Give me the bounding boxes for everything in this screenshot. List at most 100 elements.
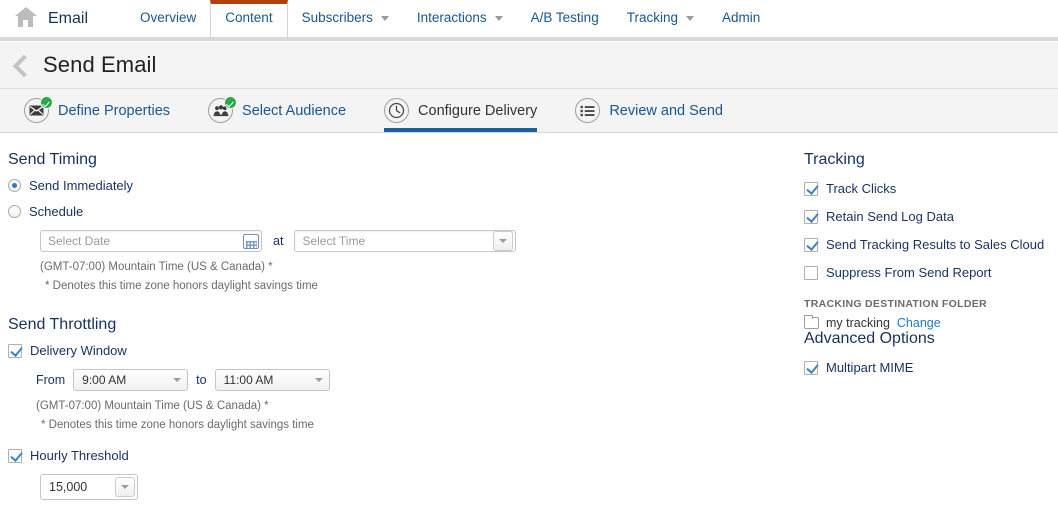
checkbox-send-tracking-results-row[interactable]: Send Tracking Results to Sales Cloud — [804, 237, 1058, 252]
wizard-step-label: Select Audience — [242, 102, 347, 119]
app-navigation-bar: Email Overview Content Subscribers Inter… — [0, 0, 1058, 41]
nav-tab-interactions[interactable]: Interactions — [403, 1, 517, 37]
left-column: Send Timing Send Immediately Schedule Se… — [0, 151, 795, 526]
nav-tab-label: Subscribers — [301, 10, 373, 25]
nav-tab-label: Interactions — [416, 10, 487, 25]
chevron-down-icon — [494, 15, 503, 21]
schedule-datetime-row: Select Date at Select Time — [40, 230, 795, 252]
chevron-down-icon — [314, 378, 323, 382]
to-label: to — [196, 373, 207, 387]
checkbox-suppress-from-send-report-row[interactable]: Suppress From Send Report — [804, 265, 1058, 280]
checkbox-delivery-window-label: Delivery Window — [30, 343, 127, 358]
nav-tab-label: Tracking — [626, 10, 678, 25]
throttling-timezone-note: * Denotes this time zone honors daylight… — [41, 419, 314, 431]
nav-tab-label: Content — [225, 10, 273, 25]
checkbox-retain-send-log-data[interactable] — [804, 209, 818, 224]
nav-tab-subscribers[interactable]: Subscribers — [288, 1, 403, 37]
checkbox-multipart-mime[interactable] — [804, 360, 818, 375]
send-throttling-heading: Send Throttling — [8, 316, 117, 333]
wizard-step-define-properties[interactable]: Define Properties — [24, 89, 186, 132]
checkbox-hourly-threshold[interactable] — [8, 448, 22, 463]
chevron-down-icon — [685, 15, 694, 21]
envelope-icon — [24, 96, 53, 123]
tracking-destination-folder-row: my tracking Change — [804, 315, 1058, 330]
select-date-placeholder: Select Date — [48, 234, 111, 248]
to-time-value: 11:00 AM — [223, 373, 274, 387]
audience-icon — [208, 96, 238, 123]
to-time-select[interactable]: 11:00 AM — [214, 369, 330, 391]
tracking-heading: Tracking — [804, 151, 865, 168]
back-chevron-icon[interactable] — [11, 54, 31, 76]
wizard-step-label: Review and Send — [609, 102, 723, 119]
wizard-step-label: Configure Delivery — [418, 102, 538, 119]
time-dropdown-button[interactable] — [493, 231, 514, 251]
radio-schedule[interactable] — [8, 205, 21, 218]
select-time-input[interactable]: Select Time — [294, 230, 517, 252]
nav-tab-overview[interactable]: Overview — [126, 1, 210, 37]
checkbox-track-clicks-label: Track Clicks — [826, 181, 897, 196]
send-timing-heading: Send Timing — [8, 151, 97, 168]
list-icon — [575, 98, 601, 123]
tracking-folder-name: my tracking — [826, 316, 890, 330]
page-title: Send Email — [43, 52, 157, 77]
page-body: Send Timing Send Immediately Schedule Se… — [0, 133, 1058, 526]
checkbox-send-tracking-results[interactable] — [804, 237, 818, 252]
tracking-destination-folder-caption: TRACKING DESTINATION FOLDER — [804, 298, 987, 310]
nav-tab-content[interactable]: Content — [210, 0, 288, 38]
checkbox-suppress-from-send-report[interactable] — [804, 265, 818, 280]
hourly-threshold-value: 15,000 — [49, 480, 88, 494]
delivery-window-range-row: From 9:00 AM to 11:00 AM — [36, 369, 795, 391]
wizard-step-configure-delivery[interactable]: Configure Delivery — [384, 89, 553, 132]
wizard-step-select-audience[interactable]: Select Audience — [208, 89, 362, 132]
radio-schedule-label: Schedule — [29, 204, 84, 219]
checkbox-send-tracking-results-label: Send Tracking Results to Sales Cloud — [826, 237, 1045, 252]
send-timing-timezone-note: * Denotes this time zone honors daylight… — [45, 280, 318, 292]
folder-icon — [804, 315, 819, 329]
send-timing-timezone: (GMT-07:00) Mountain Time (US & Canada) … — [40, 261, 273, 273]
throttling-timezone: (GMT-07:00) Mountain Time (US & Canada) … — [36, 400, 269, 412]
calendar-icon[interactable] — [243, 233, 259, 249]
nav-tab-label: Overview — [140, 10, 197, 25]
chevron-down-icon — [173, 378, 182, 382]
checkbox-hourly-threshold-row[interactable]: Hourly Threshold — [8, 448, 795, 463]
nav-tab-label: Admin — [721, 10, 761, 25]
radio-send-immediately-label: Send Immediately — [29, 178, 134, 193]
checkbox-track-clicks-row[interactable]: Track Clicks — [804, 181, 1058, 196]
advanced-options-heading: Advanced Options — [804, 330, 935, 347]
right-column: Tracking Track Clicks Retain Send Log Da… — [795, 151, 1058, 526]
step-complete-check-icon — [40, 96, 53, 109]
radio-send-immediately-row[interactable]: Send Immediately — [8, 178, 795, 193]
wizard-step-bar: Define Properties Select Audience Config… — [0, 89, 1058, 133]
nav-tab-label: A/B Testing — [530, 10, 599, 25]
step-complete-check-icon — [224, 96, 238, 109]
hourly-threshold-dropdown-button[interactable] — [115, 477, 135, 497]
checkbox-retain-send-log-data-row[interactable]: Retain Send Log Data — [804, 209, 1058, 224]
checkbox-track-clicks[interactable] — [804, 181, 818, 196]
chevron-down-icon — [380, 15, 389, 21]
from-time-select[interactable]: 9:00 AM — [73, 369, 189, 391]
page-header: Send Email — [0, 42, 1058, 89]
hourly-threshold-select[interactable]: 15,000 — [40, 474, 138, 500]
at-label: at — [273, 234, 284, 248]
nav-tab-tracking[interactable]: Tracking — [613, 1, 708, 37]
radio-send-immediately[interactable] — [8, 179, 21, 192]
checkbox-suppress-from-send-report-label: Suppress From Send Report — [826, 265, 992, 280]
checkbox-delivery-window[interactable] — [8, 343, 22, 358]
select-time-placeholder: Select Time — [302, 234, 366, 248]
checkbox-retain-send-log-data-label: Retain Send Log Data — [826, 209, 954, 224]
nav-tab-admin[interactable]: Admin — [708, 1, 774, 37]
clock-icon — [384, 98, 410, 123]
wizard-step-review-and-send[interactable]: Review and Send — [575, 89, 739, 132]
select-date-input[interactable]: Select Date — [40, 230, 262, 252]
home-icon[interactable] — [14, 7, 38, 29]
checkbox-delivery-window-row[interactable]: Delivery Window — [8, 343, 795, 358]
from-time-value: 9:00 AM — [82, 373, 127, 387]
change-folder-link[interactable]: Change — [897, 316, 941, 330]
checkbox-hourly-threshold-label: Hourly Threshold — [30, 448, 129, 463]
nav-tab-ab-testing[interactable]: A/B Testing — [517, 1, 613, 37]
radio-schedule-row[interactable]: Schedule — [8, 204, 795, 219]
from-label: From — [36, 373, 66, 387]
nav-tab-list: Overview Content Subscribers Interaction… — [126, 0, 774, 38]
hourly-threshold-row: 15,000 — [40, 474, 795, 500]
checkbox-multipart-mime-row[interactable]: Multipart MIME — [804, 360, 1058, 375]
